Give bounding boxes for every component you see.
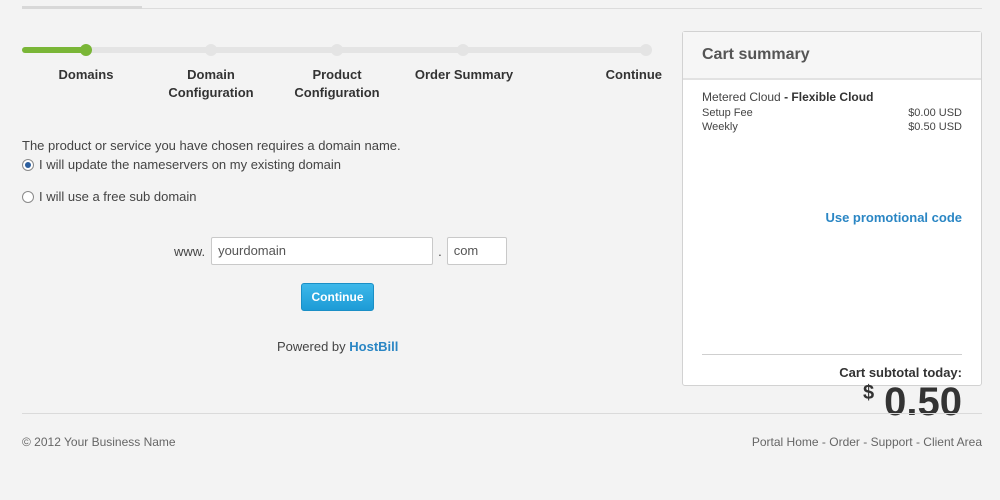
footer-separator: - <box>818 435 830 449</box>
fee-value: $0.00 USD <box>908 107 962 119</box>
cart-summary-title: Cart summary <box>683 32 981 80</box>
step-label-domains: Domains <box>58 67 114 82</box>
cart-product-dash: - <box>784 90 789 104</box>
option-existing-domain-label[interactable]: I will update the nameservers on my exis… <box>39 157 341 172</box>
fee-value: $0.50 USD <box>908 121 962 133</box>
step-label-continue: Continue <box>605 67 662 82</box>
footer-copyright: © 2012 Your Business Name <box>22 435 176 449</box>
cart-summary-panel: Cart summary Metered Cloud - Flexible Cl… <box>682 31 982 424</box>
hostbill-link[interactable]: HostBill <box>349 339 398 354</box>
step-label-product-configuration: Product Configuration <box>294 67 380 100</box>
fee-label: Weekly <box>702 121 738 133</box>
footer-link-client-area[interactable]: Client Area <box>923 435 982 449</box>
tld-input[interactable]: com <box>446 237 507 265</box>
continue-button[interactable]: Continue <box>301 283 374 311</box>
domain-input-row: www. yourdomain . com <box>174 237 507 265</box>
currency-symbol: $ <box>863 382 875 404</box>
cart-divider <box>702 354 962 355</box>
powered-by: Powered by HostBill <box>277 339 398 354</box>
subtotal-amount: 0.50 <box>884 380 962 424</box>
step-dot-continue <box>640 44 652 56</box>
cart-product: Metered Cloud - Flexible Cloud <box>702 90 962 104</box>
footer-link-support[interactable]: Support <box>871 435 913 449</box>
option-free-subdomain[interactable]: I will use a free sub domain <box>22 189 197 204</box>
top-divider <box>22 8 982 9</box>
step-dot-domains <box>80 44 92 56</box>
cart-summary-body: Metered Cloud - Flexible Cloud Setup Fee… <box>683 80 981 424</box>
footer-links: Portal Home - Order - Support - Client A… <box>752 435 982 449</box>
option-free-subdomain-label[interactable]: I will use a free sub domain <box>39 189 197 204</box>
cart-subtotal-value: $ 0.50 <box>863 378 962 426</box>
footer-link-portal-home[interactable]: Portal Home <box>752 435 819 449</box>
cart-product-plan: Flexible Cloud <box>791 90 874 104</box>
domain-name-input[interactable]: yourdomain <box>211 237 434 265</box>
promo-code-link[interactable]: Use promotional code <box>825 210 962 225</box>
radio-free-subdomain[interactable] <box>22 190 34 203</box>
step-dot-domain-configuration <box>205 44 217 56</box>
step-label-domain-configuration: Domain Configuration <box>168 67 254 100</box>
cart-product-name: Metered Cloud <box>702 90 781 104</box>
domain-required-text: The product or service you have chosen r… <box>22 138 401 153</box>
step-label-order-summary: Order Summary <box>414 67 514 82</box>
top-tab-indicator <box>22 6 142 9</box>
fee-label: Setup Fee <box>702 107 753 119</box>
footer-separator: - <box>912 435 924 449</box>
fee-row-weekly: Weekly $0.50 USD <box>702 121 962 133</box>
footer-link-order[interactable]: Order <box>829 435 860 449</box>
footer-separator: - <box>859 435 871 449</box>
fee-row-setup: Setup Fee $0.00 USD <box>702 107 962 119</box>
powered-by-text: Powered by <box>277 339 346 354</box>
radio-existing-domain[interactable] <box>22 158 34 171</box>
option-existing-domain[interactable]: I will update the nameservers on my exis… <box>22 157 341 172</box>
step-dot-product-configuration <box>331 44 343 56</box>
www-prefix: www. <box>174 243 206 259</box>
domain-dot-separator: . <box>438 243 442 259</box>
progress-fill <box>22 47 86 53</box>
order-steps: Domains Domain Configuration Product Con… <box>22 44 662 104</box>
footer-divider <box>22 413 982 414</box>
step-dot-order-summary <box>457 44 469 56</box>
